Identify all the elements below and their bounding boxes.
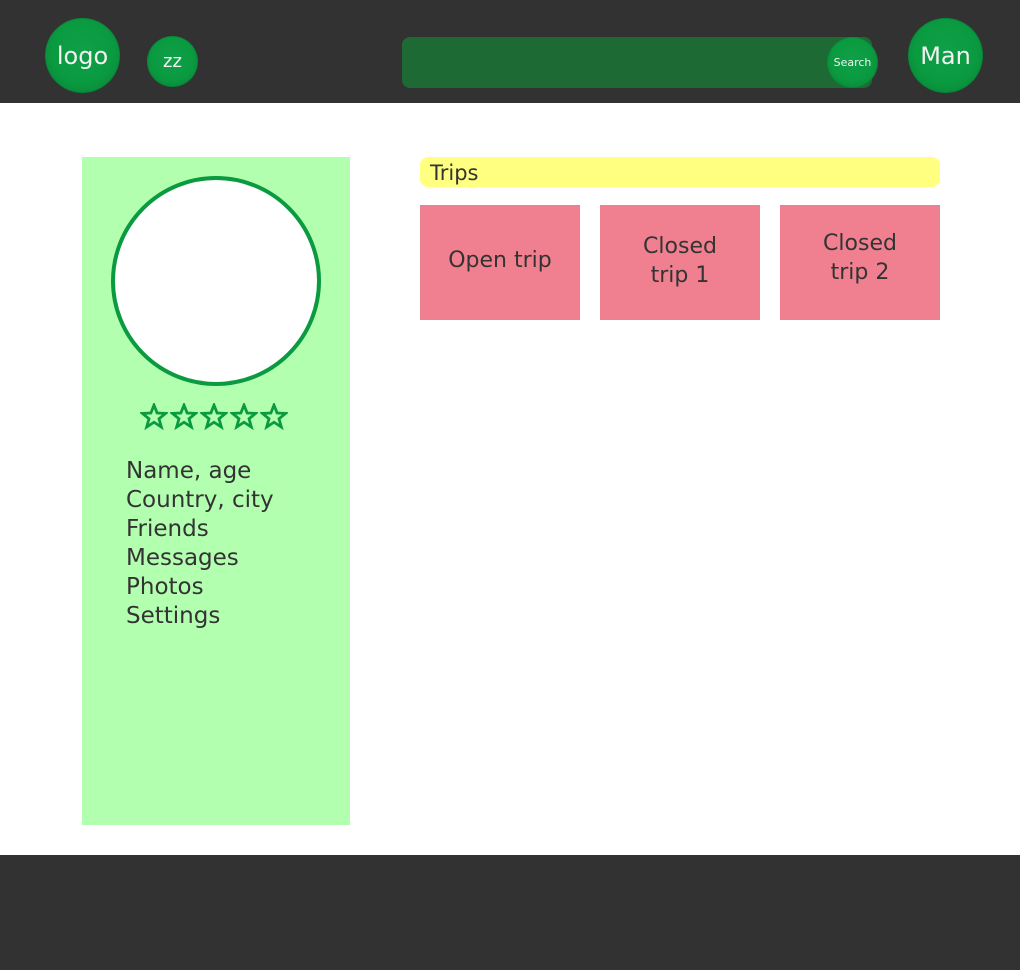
top-bar: logo zz Search Man (0, 0, 1020, 103)
trip-card-closed-1[interactable]: Closed trip 1 (600, 205, 760, 320)
search-button-label: Search (833, 56, 872, 69)
trip-card-label: Closed trip 2 (823, 230, 897, 285)
menu-item-settings[interactable]: Settings (126, 602, 274, 631)
zz-label: zz (163, 51, 182, 72)
star-icon[interactable] (140, 403, 168, 431)
star-icon[interactable] (260, 403, 288, 431)
search-button[interactable]: Search (827, 37, 878, 88)
menu-item-photos[interactable]: Photos (126, 573, 274, 602)
menu-item-country-city[interactable]: Country, city (126, 486, 274, 515)
search-input[interactable] (414, 47, 814, 78)
footer (0, 855, 1020, 970)
trip-card-label: Open trip (448, 248, 552, 273)
star-icon[interactable] (230, 403, 258, 431)
user-button[interactable]: Man (908, 18, 983, 93)
zz-button[interactable]: zz (147, 36, 198, 87)
logo-label: logo (56, 41, 109, 70)
avatar[interactable] (111, 176, 321, 386)
profile-menu: Name, age Country, city Friends Messages… (126, 457, 274, 631)
menu-item-friends[interactable]: Friends (126, 515, 274, 544)
menu-item-name-age[interactable]: Name, age (126, 457, 274, 486)
logo-button[interactable]: logo (45, 18, 120, 93)
trips-heading: Trips (420, 157, 940, 187)
trip-card-label: Closed trip 1 (643, 233, 717, 288)
trip-card-open[interactable]: Open trip (420, 205, 580, 320)
star-icon[interactable] (170, 403, 198, 431)
rating-stars (140, 403, 288, 431)
menu-item-messages[interactable]: Messages (126, 544, 274, 573)
profile-sidebar: Name, age Country, city Friends Messages… (82, 157, 350, 825)
search-bar: Search (402, 37, 878, 88)
user-label: Man (920, 41, 971, 70)
trip-card-closed-2[interactable]: Closed trip 2 (780, 205, 940, 320)
star-icon[interactable] (200, 403, 228, 431)
